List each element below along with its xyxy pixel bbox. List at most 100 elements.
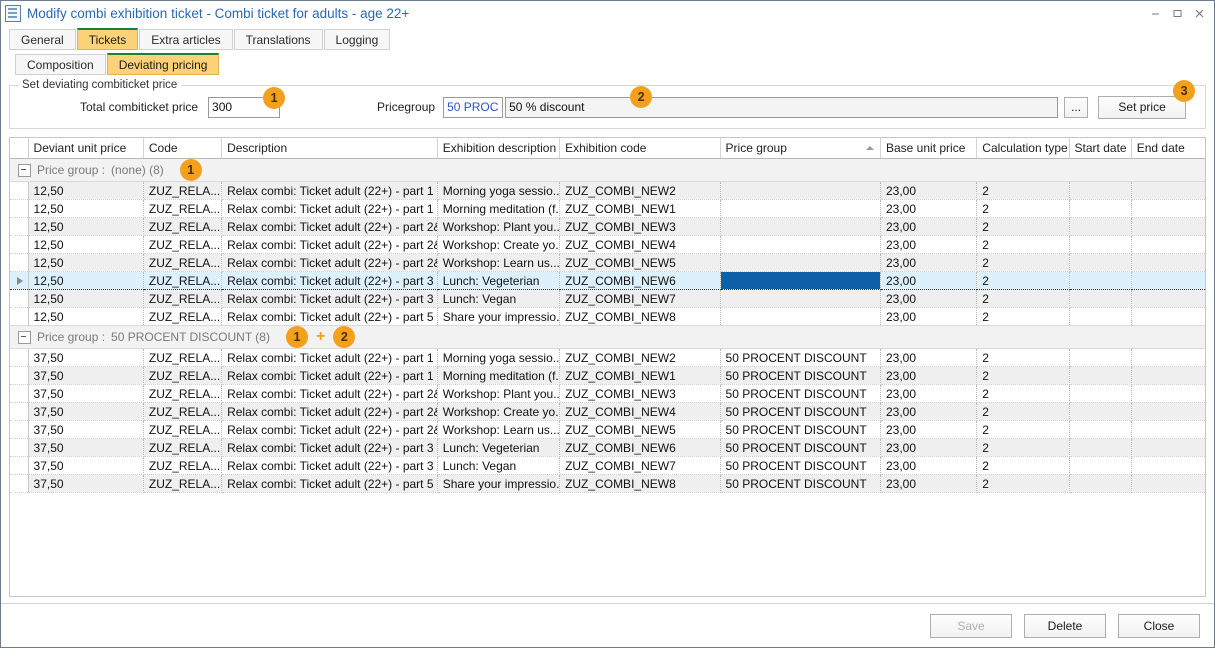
cell-start-date[interactable]	[1069, 349, 1131, 367]
cell-description[interactable]: Relax combi: Ticket adult (22+) - part 2…	[222, 385, 438, 403]
row-indicator-cell[interactable]	[10, 272, 28, 290]
cell-start-date[interactable]	[1069, 421, 1131, 439]
cell-start-date[interactable]	[1069, 272, 1131, 290]
cell-base-unit-price[interactable]: 23,00	[881, 290, 977, 308]
cell-price-group[interactable]	[720, 236, 880, 254]
cell-exhibition-code[interactable]: ZUZ_COMBI_NEW4	[560, 403, 720, 421]
cell-start-date[interactable]	[1069, 457, 1131, 475]
cell-deviant-unit-price[interactable]: 12,50	[28, 272, 143, 290]
tab-composition[interactable]: Composition	[15, 54, 106, 75]
cell-code[interactable]: ZUZ_RELA...	[143, 218, 221, 236]
cell-calculation-type[interactable]: 2	[977, 349, 1069, 367]
cell-exhibition-code[interactable]: ZUZ_COMBI_NEW4	[560, 236, 720, 254]
pricegroup-description-input[interactable]	[505, 97, 1058, 118]
cell-exhibition-description[interactable]: Workshop: Learn us...	[437, 254, 559, 272]
table-row[interactable]: 12,50ZUZ_RELA...Relax combi: Ticket adul…	[10, 272, 1206, 290]
cell-code[interactable]: ZUZ_RELA...	[143, 385, 221, 403]
cell-code[interactable]: ZUZ_RELA...	[143, 308, 221, 326]
row-indicator-cell[interactable]	[10, 290, 28, 308]
cell-code[interactable]: ZUZ_RELA...	[143, 439, 221, 457]
cell-start-date[interactable]	[1069, 236, 1131, 254]
cell-price-group[interactable]: 50 PROCENT DISCOUNT	[720, 385, 880, 403]
table-row[interactable]: 37,50ZUZ_RELA...Relax combi: Ticket adul…	[10, 475, 1206, 493]
cell-end-date[interactable]	[1131, 308, 1206, 326]
column-header-code[interactable]: Code	[143, 138, 221, 159]
cell-end-date[interactable]	[1131, 367, 1206, 385]
cell-start-date[interactable]	[1069, 218, 1131, 236]
cell-price-group[interactable]	[720, 218, 880, 236]
cell-description[interactable]: Relax combi: Ticket adult (22+) - part 2…	[222, 403, 438, 421]
cell-start-date[interactable]	[1069, 308, 1131, 326]
cell-deviant-unit-price[interactable]: 12,50	[28, 308, 143, 326]
cell-price-group[interactable]	[720, 308, 880, 326]
tab-translations[interactable]: Translations	[234, 29, 323, 50]
cell-description[interactable]: Relax combi: Ticket adult (22+) - part 1	[222, 349, 438, 367]
cell-code[interactable]: ZUZ_RELA...	[143, 349, 221, 367]
deviating-pricing-grid[interactable]: Deviant unit price Code Description Exhi…	[9, 137, 1206, 597]
cell-exhibition-code[interactable]: ZUZ_COMBI_NEW2	[560, 182, 720, 200]
tab-general[interactable]: General	[9, 29, 76, 50]
table-row[interactable]: 37,50ZUZ_RELA...Relax combi: Ticket adul…	[10, 385, 1206, 403]
cell-code[interactable]: ZUZ_RELA...	[143, 367, 221, 385]
row-indicator-cell[interactable]	[10, 308, 28, 326]
row-indicator-cell[interactable]	[10, 475, 28, 493]
cell-description[interactable]: Relax combi: Ticket adult (22+) - part 1	[222, 200, 438, 218]
cell-exhibition-description[interactable]: Lunch: Vegeterian	[437, 272, 559, 290]
cell-deviant-unit-price[interactable]: 37,50	[28, 403, 143, 421]
cell-calculation-type[interactable]: 2	[977, 439, 1069, 457]
cell-description[interactable]: Relax combi: Ticket adult (22+) - part 1	[222, 182, 438, 200]
cell-exhibition-code[interactable]: ZUZ_COMBI_NEW2	[560, 349, 720, 367]
cell-base-unit-price[interactable]: 23,00	[881, 236, 977, 254]
table-row[interactable]: 12,50ZUZ_RELA...Relax combi: Ticket adul…	[10, 236, 1206, 254]
cell-calculation-type[interactable]: 2	[977, 421, 1069, 439]
close-button[interactable]: Close	[1118, 614, 1200, 638]
cell-base-unit-price[interactable]: 23,00	[881, 475, 977, 493]
cell-start-date[interactable]	[1069, 254, 1131, 272]
table-row[interactable]: 12,50ZUZ_RELA...Relax combi: Ticket adul…	[10, 182, 1206, 200]
tab-deviating-pricing[interactable]: Deviating pricing	[107, 53, 220, 75]
pricegroup-code-input[interactable]	[443, 97, 503, 118]
tab-tickets[interactable]: Tickets	[77, 28, 139, 50]
cell-calculation-type[interactable]: 2	[977, 308, 1069, 326]
cell-exhibition-description[interactable]: Share your impressio...	[437, 475, 559, 493]
row-indicator-cell[interactable]	[10, 349, 28, 367]
cell-code[interactable]: ZUZ_RELA...	[143, 254, 221, 272]
row-indicator-cell[interactable]	[10, 385, 28, 403]
cell-deviant-unit-price[interactable]: 37,50	[28, 349, 143, 367]
row-indicator-cell[interactable]	[10, 421, 28, 439]
cell-exhibition-description[interactable]: Workshop: Plant you...	[437, 218, 559, 236]
row-indicator-cell[interactable]	[10, 200, 28, 218]
column-header-base-unit-price[interactable]: Base unit price	[881, 138, 977, 159]
table-row[interactable]: 12,50ZUZ_RELA...Relax combi: Ticket adul…	[10, 200, 1206, 218]
cell-exhibition-description[interactable]: Morning meditation (f...	[437, 367, 559, 385]
cell-end-date[interactable]	[1131, 272, 1206, 290]
row-indicator-cell[interactable]	[10, 218, 28, 236]
cell-description[interactable]: Relax combi: Ticket adult (22+) - part 3	[222, 290, 438, 308]
cell-code[interactable]: ZUZ_RELA...	[143, 200, 221, 218]
cell-end-date[interactable]	[1131, 475, 1206, 493]
cell-start-date[interactable]	[1069, 475, 1131, 493]
set-price-button[interactable]: Set price	[1098, 96, 1186, 119]
cell-deviant-unit-price[interactable]: 12,50	[28, 218, 143, 236]
row-indicator-cell[interactable]	[10, 439, 28, 457]
cell-calculation-type[interactable]: 2	[977, 385, 1069, 403]
cell-deviant-unit-price[interactable]: 12,50	[28, 236, 143, 254]
cell-exhibition-description[interactable]: Share your impressio...	[437, 308, 559, 326]
cell-calculation-type[interactable]: 2	[977, 218, 1069, 236]
cell-description[interactable]: Relax combi: Ticket adult (22+) - part 5	[222, 308, 438, 326]
cell-calculation-type[interactable]: 2	[977, 475, 1069, 493]
table-row[interactable]: 12,50ZUZ_RELA...Relax combi: Ticket adul…	[10, 218, 1206, 236]
cell-end-date[interactable]	[1131, 218, 1206, 236]
cell-start-date[interactable]	[1069, 290, 1131, 308]
cell-description[interactable]: Relax combi: Ticket adult (22+) - part 1	[222, 367, 438, 385]
table-row[interactable]: 37,50ZUZ_RELA...Relax combi: Ticket adul…	[10, 367, 1206, 385]
tab-logging[interactable]: Logging	[324, 29, 391, 50]
cell-base-unit-price[interactable]: 23,00	[881, 272, 977, 290]
cell-end-date[interactable]	[1131, 457, 1206, 475]
cell-price-group[interactable]	[720, 200, 880, 218]
group-header-row[interactable]: Price group :(none) (8)1	[10, 159, 1206, 182]
cell-price-group[interactable]: 50 PROCENT DISCOUNT	[720, 475, 880, 493]
group-collapse-icon[interactable]	[18, 331, 31, 344]
cell-base-unit-price[interactable]: 23,00	[881, 200, 977, 218]
cell-exhibition-description[interactable]: Workshop: Create yo...	[437, 403, 559, 421]
